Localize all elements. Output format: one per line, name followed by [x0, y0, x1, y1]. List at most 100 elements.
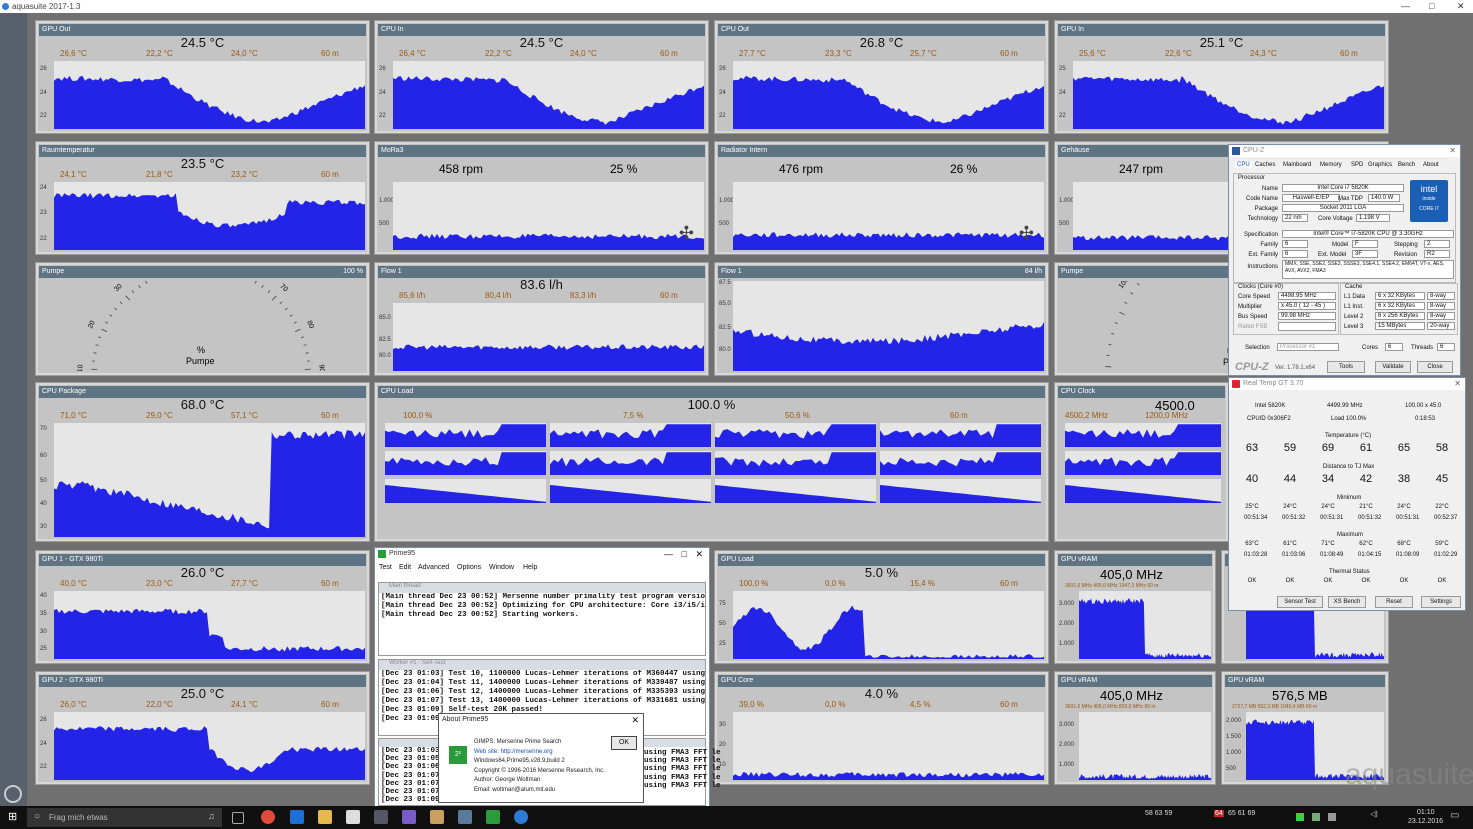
tools-button[interactable]: Tools: [1327, 361, 1365, 373]
panel-gpu2[interactable]: GPU 2 - GTX 980Ti 25.0 °C 26,0 °C 22,0 °…: [35, 671, 370, 785]
explorer-icon[interactable]: [318, 810, 332, 824]
realtemp-window[interactable]: Real Temp GT 3.70 ✕ Intel 5820K 4499.99 …: [1228, 377, 1466, 611]
cpu-load: Load 100.0%: [1331, 416, 1367, 422]
tray-icon[interactable]: [1312, 813, 1320, 821]
tab-cpu[interactable]: CPU: [1235, 162, 1252, 168]
chart-area: [1073, 75, 1384, 129]
menu-advanced[interactable]: Advanced: [418, 564, 449, 571]
area-series: [393, 233, 704, 250]
tab-spd[interactable]: SPD: [1351, 162, 1363, 168]
app-icon[interactable]: [430, 810, 444, 824]
panel-cpu-in[interactable]: CPU In 24.5 °C 26,4 °C 22,2 °C 24,0 °C 6…: [374, 20, 709, 134]
area-series: [1079, 774, 1211, 780]
panel-cpu-clock[interactable]: CPU Clock 4500.0 4500,2 MHz 1200,0 MHz: [1054, 382, 1229, 542]
aquasuite-taskbar-icon[interactable]: [514, 810, 528, 824]
menu-options[interactable]: Options: [457, 564, 481, 571]
edge-icon[interactable]: [290, 810, 304, 824]
close-button[interactable]: ✕: [631, 715, 639, 726]
about-dialog[interactable]: About Prime95 ✕ 2² GIMPS: Mersenne Prime…: [438, 713, 644, 803]
log-line: [Main thread Dec 23 00:52] Optimizing fo…: [381, 602, 705, 610]
tab-mainboard[interactable]: Mainboard: [1283, 162, 1311, 168]
panel-stats: 2727,7 MB 552,3 MB 1040,4 MB 60 m: [1232, 704, 1318, 710]
panel-raumtemperatur[interactable]: Raumtemperatur 23.5 °C 24,1 °C 21,8 °C 2…: [35, 141, 370, 255]
search-box[interactable]: Frag mich etwas: [27, 808, 222, 827]
stat-avg: 25,7 °C: [910, 49, 937, 58]
close-button[interactable]: ✕: [1457, 1, 1465, 12]
minimize-button[interactable]: —: [1401, 1, 1410, 11]
core-value: 01:08:49: [1320, 552, 1344, 558]
about-link[interactable]: Web site: http://mersenne.org: [474, 748, 605, 758]
sensor-test-button[interactable]: Sensor Test: [1277, 596, 1323, 608]
gauge-tick: [1136, 283, 1140, 286]
y-tick: 50: [719, 621, 726, 627]
panel-gpu-vram-2[interactable]: GPU vRAM 405,0 MHz 3601,6 MHz 405,0 MHz …: [1054, 671, 1216, 785]
trend-chart: [733, 281, 1044, 371]
maximize-button[interactable]: □: [682, 549, 687, 559]
minimize-button[interactable]: —: [664, 549, 673, 559]
menu-window[interactable]: Window: [489, 564, 514, 571]
stat-min: 1200,0 MHz: [1145, 411, 1189, 420]
close-button[interactable]: ✕: [1449, 146, 1456, 155]
gauge-tick: [303, 344, 307, 346]
cpuz-close-button[interactable]: Close: [1417, 361, 1453, 373]
app-icon[interactable]: [402, 810, 416, 824]
panel-gpu-load[interactable]: GPU Load 5.0 % 100,0 % 0,0 % 15,4 % 60 m…: [714, 550, 1049, 664]
processor-group: Processor Name Intel Core i7 5820K Code …: [1233, 173, 1456, 283]
panel-flow1[interactable]: Flow 1 83.6 l/h 85,6 l/h 80,4 l/h 83,3 l…: [374, 262, 709, 376]
store-icon[interactable]: [346, 810, 360, 824]
prime95-taskbar-icon[interactable]: [486, 810, 500, 824]
microphone-icon[interactable]: ♫: [208, 811, 215, 821]
speaker-icon[interactable]: ◁): [1370, 810, 1378, 818]
panel-pumpe-gauge[interactable]: Pumpe100 % 0102030405060708090100 % Pump…: [35, 262, 370, 376]
core-value: OK: [1361, 578, 1371, 584]
core-value: 38: [1397, 473, 1411, 485]
tab-caches[interactable]: Caches: [1255, 162, 1275, 168]
core-value: 21°C: [1359, 504, 1373, 510]
panel-value: 24.5 °C: [180, 35, 225, 50]
maximize-button[interactable]: □: [1429, 1, 1434, 11]
gauge-tick: [254, 281, 257, 284]
y-tick: 87.5: [719, 280, 731, 286]
selection-dropdown[interactable]: Processor #1: [1277, 343, 1339, 351]
tab-about[interactable]: About: [1423, 162, 1439, 168]
task-view-icon[interactable]: [232, 812, 244, 824]
menu-test[interactable]: Test: [379, 564, 392, 571]
panel-gpu-vram-1[interactable]: GPU vRAM 405,0 MHz 3601,6 MHz 405,0 MHz …: [1054, 550, 1216, 664]
panel-gpu-in[interactable]: GPU In 25.1 °C 25,6 °C 22,6 °C 24,3 °C 6…: [1054, 20, 1389, 134]
panel-cpu-load[interactable]: CPU Load 100.0 % 100,0 % 7,5 % 50,6 % 60…: [374, 382, 1049, 542]
close-button[interactable]: ✕: [695, 549, 703, 560]
core-value: 00:51:32: [1282, 515, 1306, 521]
reset-button[interactable]: Reset: [1375, 596, 1413, 608]
field-label: Bus Speed: [1238, 314, 1268, 320]
windows-start-icon[interactable]: ⊞: [8, 811, 20, 823]
app-icon[interactable]: [458, 810, 472, 824]
app-icon[interactable]: [374, 810, 388, 824]
tray-icon[interactable]: [1328, 813, 1336, 821]
cpuz-window[interactable]: CPU-Z ✕ CPU Caches Mainboard Memory SPD …: [1228, 144, 1461, 376]
panel-gpu-core[interactable]: GPU Core 4.0 % 39,0 % 0,0 % 4,5 % 60 m 3…: [714, 671, 1049, 785]
panel-radiator-intern[interactable]: Radiator Intern 476 rpm 26 % 1.000 500 ✣: [714, 141, 1049, 255]
panel-gpu1[interactable]: GPU 1 - GTX 980Ti 26.0 °C 40,0 °C 23,0 °…: [35, 550, 370, 664]
panel-cpu-out[interactable]: CPU Out 26.8 °C 27,7 °C 23,3 °C 25,7 °C …: [714, 20, 1049, 134]
tray-icon[interactable]: [1296, 813, 1304, 821]
xs-bench-button[interactable]: XS Bench: [1328, 596, 1366, 608]
tab-memory[interactable]: Memory: [1320, 162, 1342, 168]
panel-title: Pumpe 100 %: [39, 266, 366, 278]
panel-flow1-detail[interactable]: Flow 1 84 l/h 87.5 85.0 82.5 80.0: [714, 262, 1049, 376]
core-value: 59: [1283, 442, 1297, 454]
ok-button[interactable]: OK: [611, 736, 637, 750]
notification-icon[interactable]: ▭: [1450, 810, 1459, 821]
menu-edit[interactable]: Edit: [399, 564, 411, 571]
chrome-icon[interactable]: [261, 810, 275, 824]
stat-span: 60 m: [321, 411, 339, 420]
validate-button[interactable]: Validate: [1375, 361, 1411, 373]
tab-graphics[interactable]: Graphics: [1368, 162, 1392, 168]
tab-bench[interactable]: Bench: [1398, 162, 1415, 168]
panel-gpu-out[interactable]: GPU Out 24.5 °C 26,6 °C 22,2 °C 24,0 °C …: [35, 20, 370, 134]
panel-cpu-package[interactable]: CPU Package 68.0 °C 71,0 °C 29,0 °C 57,1…: [35, 382, 370, 542]
menu-help[interactable]: Help: [523, 564, 537, 571]
close-button[interactable]: ✕: [1454, 379, 1461, 388]
panel-mora3[interactable]: MoRa3 458 rpm 25 % 1.000 500 ✣: [374, 141, 709, 255]
tdp-value: 140.0 W: [1368, 194, 1400, 202]
settings-button[interactable]: Settings: [1421, 596, 1461, 608]
